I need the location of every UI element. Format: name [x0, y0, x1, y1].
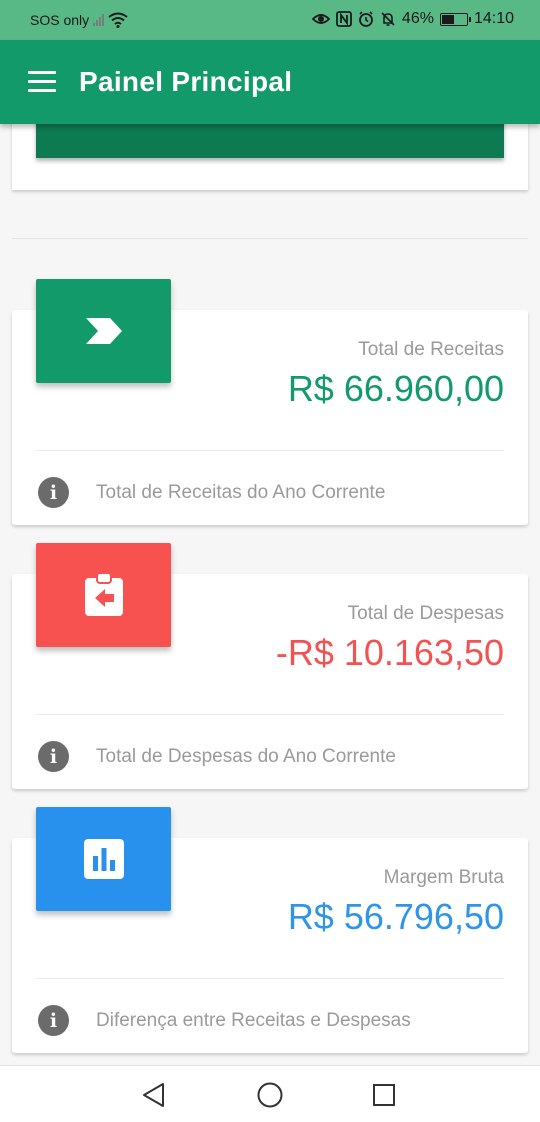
alarm-icon	[359, 11, 373, 27]
section-divider	[12, 238, 528, 239]
home-button[interactable]	[253, 1078, 287, 1112]
nfc-icon	[336, 11, 352, 27]
eye-icon	[311, 14, 330, 24]
clock: 14:10	[473, 10, 514, 27]
page-title: Painel Principal	[79, 66, 293, 97]
gross-margin-value: R$ 56.796,50	[287, 896, 504, 937]
recents-icon	[373, 1084, 395, 1106]
battery-icon	[439, 12, 471, 26]
app-bar: Painel Principal	[0, 40, 540, 124]
revenue-icon-box	[36, 279, 171, 383]
revenue-card[interactable]: Total de Receitas R$ 66.960,00 i Total d…	[12, 279, 528, 525]
bar-chart-icon	[83, 839, 124, 879]
chevron-right-icon	[85, 318, 122, 344]
info-icon: i	[38, 741, 69, 772]
revenue-value: R$ 66.960,00	[287, 368, 504, 409]
card-divider	[36, 978, 504, 979]
home-icon	[257, 1082, 283, 1108]
expenses-card[interactable]: Total de Despesas -R$ 10.163,50 i Total …	[12, 543, 528, 789]
system-nav-bar	[0, 1065, 540, 1122]
expenses-footer: Total de Despesas do Ano Corrente	[96, 745, 396, 767]
carrier-text: SOS only	[30, 12, 90, 28]
expenses-label: Total de Despesas	[347, 603, 504, 624]
clipboard-arrow-left-icon	[84, 572, 123, 616]
status-bar: SOS only 46% 14:10	[0, 0, 540, 40]
signal-icon	[93, 14, 105, 26]
menu-icon[interactable]	[28, 71, 56, 93]
expenses-value: -R$ 10.163,50	[275, 632, 504, 673]
gross-margin-card[interactable]: Margem Bruta R$ 56.796,50 i Diferença en…	[12, 807, 528, 1053]
back-icon	[143, 1083, 164, 1107]
gross-margin-label: Margem Bruta	[383, 867, 504, 888]
gross-margin-footer: Diferença entre Receitas e Despesas	[96, 1009, 411, 1031]
wifi-icon	[108, 12, 128, 28]
expenses-icon-box	[36, 543, 171, 647]
back-button[interactable]	[137, 1078, 171, 1112]
card-divider	[36, 450, 504, 451]
card-divider	[36, 714, 504, 715]
gross-margin-icon-box	[36, 807, 171, 911]
revenue-footer: Total de Receitas do Ano Corrente	[96, 481, 386, 503]
info-icon: i	[38, 477, 69, 508]
recents-button[interactable]	[367, 1078, 401, 1112]
bell-off-icon	[381, 12, 395, 26]
revenue-label: Total de Receitas	[358, 339, 504, 360]
info-icon: i	[38, 1005, 69, 1036]
battery-percent: 46%	[401, 10, 434, 27]
